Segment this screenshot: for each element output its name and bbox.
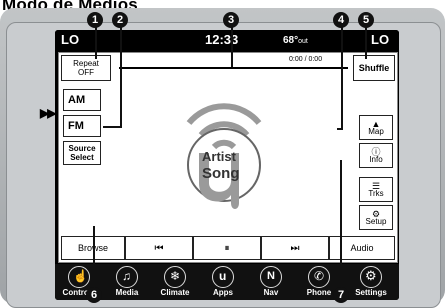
nav-climate-label: Climate <box>160 288 190 297</box>
outside-temp: 68°out <box>283 35 308 46</box>
climate-icon: ❄ <box>164 266 186 288</box>
callout-line-5 <box>365 27 367 59</box>
nav-nav-label: Nav <box>263 288 279 297</box>
nav-settings-label: Settings <box>355 288 387 297</box>
map-label: Map <box>368 126 384 136</box>
callout-2: 2 <box>112 12 128 28</box>
tracks-label: Trks <box>368 188 384 198</box>
am-button[interactable]: AM <box>63 89 101 111</box>
source-select-button[interactable]: Source Select <box>63 141 101 165</box>
info-button[interactable]: ⓘ Info <box>359 143 393 168</box>
media-icon: ♫ <box>116 266 138 288</box>
nav-settings[interactable]: ⚙ Settings <box>343 264 399 300</box>
clock: 12:33 <box>205 32 239 47</box>
repeat-button[interactable]: Repeat OFF <box>61 55 111 81</box>
apps-icon: u <box>212 266 234 288</box>
callout-4: 4 <box>333 12 349 28</box>
callout-line-1 <box>95 27 97 59</box>
repeat-state: OFF <box>78 68 94 77</box>
song-title: Song <box>202 165 240 182</box>
repeat-label: Repeat <box>73 59 99 68</box>
pause-button[interactable]: ⏸ <box>193 236 261 260</box>
nav-apps-label: Apps <box>213 288 233 297</box>
shuffle-button[interactable]: Shuffle <box>353 55 395 81</box>
status-bar: LO 12:33 68°out LO <box>55 30 399 52</box>
fm-button[interactable]: FM <box>63 115 101 137</box>
right-status-label: LO <box>371 32 390 47</box>
track-time: 0:00 / 0:00 <box>289 56 323 63</box>
left-status-label: LO <box>61 32 80 47</box>
source-select-line2: Select <box>70 153 94 162</box>
media-panel: Repeat OFF 0:00 / 0:00 Shuffle AM FM Sou… <box>58 52 398 263</box>
callout-line-4b <box>337 128 343 130</box>
setup-label: Setup <box>365 216 387 226</box>
album-art-icon <box>186 103 262 209</box>
callout-line-2 <box>120 27 122 128</box>
info-label: Info <box>369 154 383 164</box>
nav-media-label: Media <box>115 288 139 297</box>
nav-media[interactable]: ♫ Media <box>103 264 151 300</box>
nav-apps[interactable]: u Apps <box>199 264 247 300</box>
touchscreen: LO 12:33 68°out LO Repeat OFF 0:00 / 0:0… <box>55 30 399 300</box>
tracks-button[interactable]: ☰ Trks <box>359 177 393 202</box>
source-select-line1: Source <box>68 144 96 153</box>
callout-line-4 <box>341 27 343 130</box>
compass-icon: N <box>260 266 282 288</box>
nav-climate[interactable]: ❄ Climate <box>151 264 199 300</box>
callout-7: 7 <box>333 287 349 303</box>
progress-bar[interactable] <box>119 67 348 69</box>
settings-gear-icon: ⚙ <box>360 266 382 288</box>
active-source-marker: ▶▶ <box>40 106 57 120</box>
phone-icon: ✆ <box>308 266 330 288</box>
callout-6: 6 <box>86 287 102 303</box>
previous-track-button[interactable]: ⏮ <box>125 236 193 260</box>
callout-line-3 <box>231 27 233 67</box>
callout-3: 3 <box>223 12 239 28</box>
callout-line-6 <box>93 226 95 294</box>
callout-line-7 <box>340 160 342 292</box>
callout-1: 1 <box>87 12 103 28</box>
setup-button[interactable]: ⚙ Setup <box>359 205 393 230</box>
controls-icon: ☝ <box>68 266 90 288</box>
audio-button[interactable]: Audio <box>329 236 395 260</box>
callout-5: 5 <box>358 12 374 28</box>
map-button[interactable]: ▲ Map <box>359 115 393 140</box>
callout-line-2b <box>103 126 122 128</box>
next-track-button[interactable]: ⏭ <box>261 236 329 260</box>
artist-name: Artist <box>202 149 236 164</box>
nav-nav[interactable]: N Nav <box>247 264 295 300</box>
